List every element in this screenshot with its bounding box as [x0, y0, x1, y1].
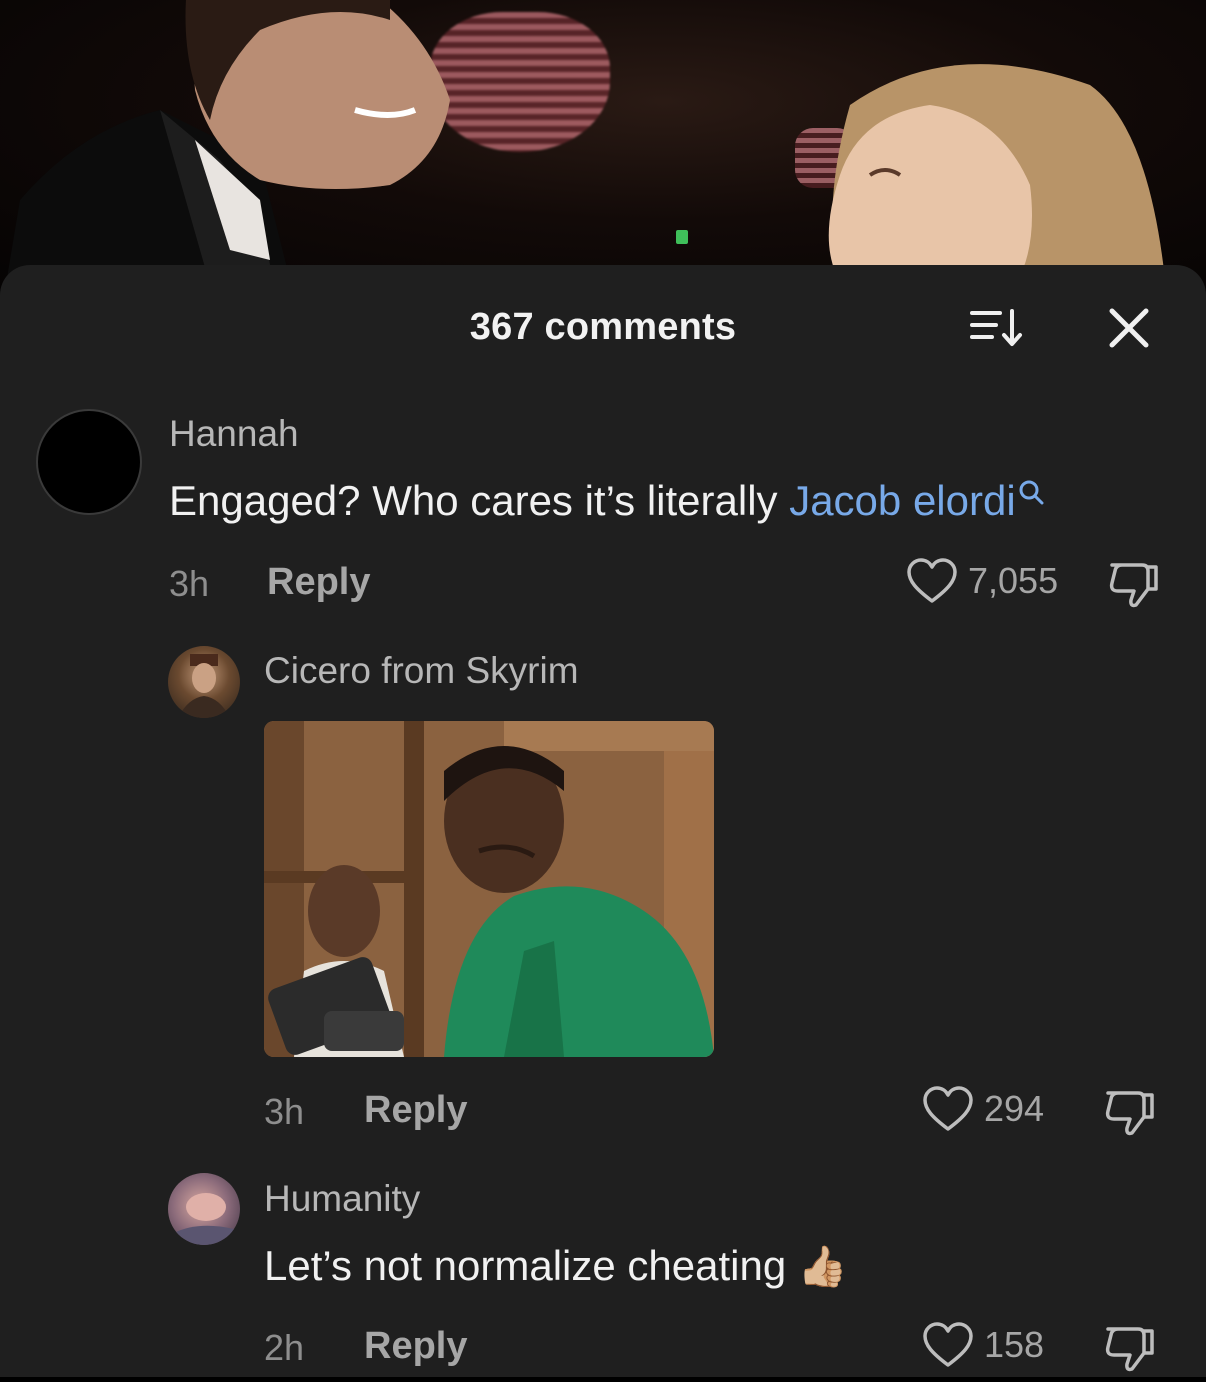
- dislike-button[interactable]: [1102, 1321, 1158, 1377]
- like-button[interactable]: 7,055: [906, 557, 1058, 605]
- gif-picture: [264, 721, 714, 1057]
- comment-timestamp: 2h: [264, 1327, 305, 1368]
- like-count: 7,055: [968, 560, 1059, 601]
- avatar[interactable]: [36, 409, 142, 515]
- avatar-image: [174, 1193, 234, 1245]
- like-button[interactable]: 294: [922, 1085, 1044, 1133]
- avatar[interactable]: [168, 1173, 240, 1245]
- sort-icon: [970, 309, 1022, 346]
- thumbs-down-icon: [1105, 1327, 1154, 1372]
- mention-link[interactable]: Jacob elordi: [789, 477, 1015, 524]
- comment-timestamp: 3h: [169, 563, 210, 604]
- avatar-image: [178, 654, 230, 718]
- close-icon: [1109, 308, 1149, 348]
- avatar[interactable]: [168, 646, 240, 718]
- thumbs-down-icon: [1109, 563, 1158, 608]
- like-count: 294: [984, 1088, 1045, 1129]
- dislike-button[interactable]: [1102, 1085, 1158, 1141]
- comment-body: Let’s not normalize cheating: [264, 1242, 787, 1289]
- comment-timestamp: 3h: [264, 1091, 305, 1132]
- video-background: [0, 0, 1206, 290]
- sort-button[interactable]: [966, 303, 1026, 353]
- like-count: 158: [984, 1324, 1045, 1365]
- comment-text: Let’s not normalize cheating 👍🏼: [264, 1242, 848, 1290]
- heart-icon: [907, 558, 957, 603]
- close-button[interactable]: [1104, 303, 1154, 353]
- reply-button[interactable]: Reply: [364, 1089, 467, 1132]
- reaction-gif-image[interactable]: [264, 721, 714, 1057]
- man-figure: [5, 0, 450, 290]
- comment-username[interactable]: Hannah: [169, 413, 299, 455]
- reply-button[interactable]: Reply: [364, 1325, 467, 1368]
- thumbs-down-icon: [1105, 1091, 1154, 1136]
- comment-text: Engaged? Who cares it’s literally Jacob …: [169, 477, 1044, 525]
- exit-sign: [676, 230, 688, 244]
- reply-button[interactable]: Reply: [267, 561, 370, 604]
- dislike-button[interactable]: [1106, 557, 1162, 613]
- heart-icon: [923, 1086, 973, 1131]
- comment-body: Engaged? Who cares it’s literally: [169, 477, 790, 524]
- woman-figure: [828, 64, 1167, 290]
- search-icon[interactable]: [1018, 479, 1044, 505]
- comments-sheet: 367 comments Hannah Engaged? Who cares i…: [0, 265, 1206, 1377]
- like-button[interactable]: 158: [922, 1321, 1044, 1369]
- heart-icon: [923, 1322, 973, 1367]
- thumbs-up-emoji-icon: 👍🏼: [797, 1245, 848, 1289]
- comment-username[interactable]: Cicero from Skyrim: [264, 650, 579, 692]
- comment-username[interactable]: Humanity: [264, 1178, 420, 1220]
